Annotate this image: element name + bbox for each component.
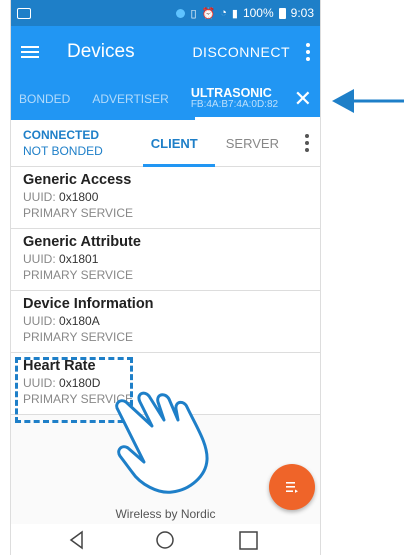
service-item[interactable]: Generic Access UUID: 0x1800 PRIMARY SERV… bbox=[11, 167, 320, 229]
alarm-icon: ⏰ bbox=[201, 7, 216, 20]
log-fab-button[interactable] bbox=[269, 464, 315, 510]
status-bar: ▯ ⏰ ◔ ▮ 100% 9:03 bbox=[11, 0, 320, 26]
service-item[interactable]: Device Information UUID: 0x180A PRIMARY … bbox=[11, 291, 320, 353]
client-tab-indicator bbox=[143, 164, 215, 167]
connection-state: CONNECTED bbox=[23, 127, 100, 142]
service-type: PRIMARY SERVICE bbox=[23, 392, 134, 406]
bluetooth-icon bbox=[176, 8, 186, 18]
bond-state: NOT BONDED bbox=[23, 144, 103, 158]
footer-branding: Wireless by Nordic bbox=[115, 507, 216, 521]
recents-icon[interactable] bbox=[239, 531, 258, 550]
vibrate-icon: ▯ bbox=[190, 7, 197, 20]
service-list: Generic Access UUID: 0x1800 PRIMARY SERV… bbox=[11, 167, 320, 415]
tab-advertiser[interactable]: ADVERTISER bbox=[92, 92, 168, 106]
service-name: Device Information bbox=[23, 296, 154, 312]
navigation-bar bbox=[11, 524, 320, 555]
home-icon[interactable] bbox=[156, 531, 174, 549]
service-uuid: 0x180A bbox=[59, 314, 100, 328]
close-icon[interactable]: ✕ bbox=[294, 88, 312, 110]
battery-percent: 100% bbox=[242, 6, 274, 20]
device-tabs: BONDED ADVERTISER ULTRASONIC FB:4A:B7:4A… bbox=[11, 78, 320, 120]
battery-icon bbox=[278, 7, 286, 19]
device-address: FB:4A:B7:4A:0D:82 bbox=[190, 99, 279, 111]
disconnect-button[interactable]: DISCONNECT bbox=[192, 44, 290, 60]
wifi-icon: ◔ bbox=[220, 7, 227, 19]
tab-client[interactable]: CLIENT bbox=[151, 136, 198, 151]
service-type: PRIMARY SERVICE bbox=[23, 206, 134, 220]
tab-ultrasonic[interactable]: ULTRASONIC FB:4A:B7:4A:0D:82 bbox=[191, 87, 278, 111]
uuid-label: UUID: bbox=[23, 190, 56, 204]
signal-icon: ▮ bbox=[231, 7, 238, 20]
service-name: Heart Rate bbox=[23, 358, 96, 374]
uuid-label: UUID: bbox=[23, 376, 56, 390]
service-uuid: 0x1800 bbox=[59, 190, 99, 204]
overflow-menu-icon[interactable] bbox=[306, 43, 310, 61]
list-icon bbox=[286, 482, 298, 493]
connection-status: CONNECTED NOT BONDED bbox=[23, 127, 103, 159]
service-name: Generic Access bbox=[23, 172, 132, 188]
hamburger-menu-icon[interactable] bbox=[21, 45, 39, 59]
phone-screen: ▯ ⏰ ◔ ▮ 100% 9:03 Devices DISCONNECT BON… bbox=[10, 0, 321, 555]
app-bar: Devices DISCONNECT bbox=[11, 26, 320, 78]
service-name: Generic Attribute bbox=[23, 234, 141, 250]
tab-bonded[interactable]: BONDED bbox=[19, 92, 70, 106]
gallery-icon bbox=[17, 7, 31, 19]
service-item-heart-rate[interactable]: Heart Rate UUID: 0x180D PRIMARY SERVICE bbox=[11, 353, 320, 415]
service-item[interactable]: Generic Attribute UUID: 0x1801 PRIMARY S… bbox=[11, 229, 320, 291]
service-type: PRIMARY SERVICE bbox=[23, 268, 134, 282]
back-icon[interactable] bbox=[69, 530, 83, 550]
uuid-label: UUID: bbox=[23, 252, 56, 266]
connection-overflow-icon[interactable] bbox=[304, 134, 309, 152]
service-uuid: 0x180D bbox=[59, 376, 101, 390]
clock: 9:03 bbox=[290, 6, 314, 20]
service-type: PRIMARY SERVICE bbox=[23, 330, 134, 344]
uuid-label: UUID: bbox=[23, 314, 56, 328]
connection-bar: CONNECTED NOT BONDED CLIENT SERVER bbox=[11, 120, 320, 167]
service-uuid: 0x1801 bbox=[59, 252, 99, 266]
arrow-left-icon bbox=[332, 89, 404, 113]
tab-server[interactable]: SERVER bbox=[226, 136, 279, 151]
page-title: Devices bbox=[67, 41, 135, 62]
